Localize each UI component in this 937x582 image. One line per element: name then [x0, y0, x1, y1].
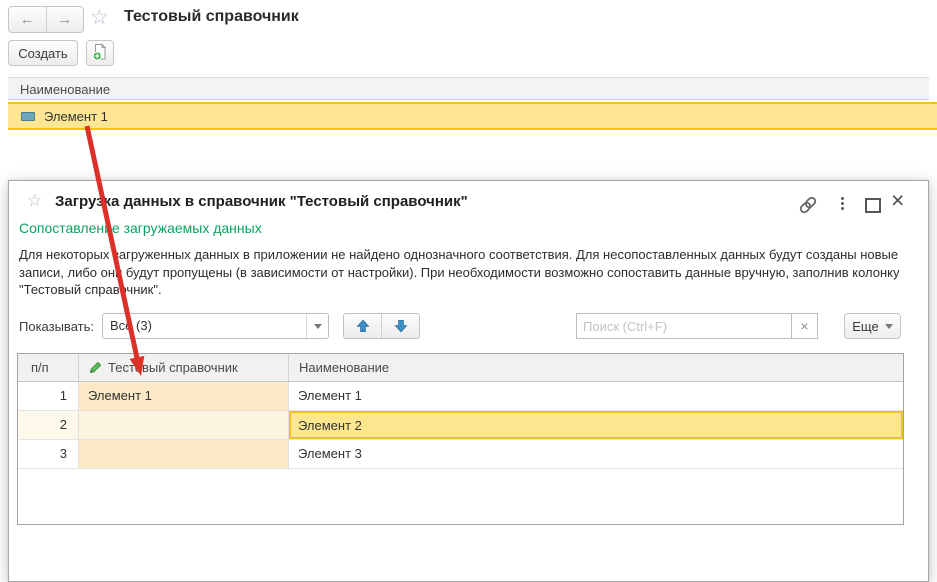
maximize-icon[interactable]	[865, 198, 881, 213]
cell-name-selected[interactable]: Элемент 2	[289, 411, 903, 439]
forward-button[interactable]: →	[47, 7, 84, 32]
section-heading: Сопоставление загружаемых данных	[19, 220, 262, 236]
column-header-ref-label: Тестовый справочник	[108, 360, 238, 375]
cell-ref[interactable]	[79, 411, 289, 439]
dialog-description: Для некоторых загруженных данных в прило…	[19, 246, 922, 299]
move-up-button[interactable]	[344, 314, 382, 338]
get-link-icon[interactable]	[798, 195, 818, 218]
cell-name[interactable]: Элемент 1	[289, 382, 903, 410]
dropdown-button[interactable]	[306, 314, 328, 338]
column-header-name[interactable]: Наименование	[289, 354, 903, 381]
load-data-dialog: ☆ Загрузка данных в справочник "Тестовый…	[8, 180, 929, 582]
mapping-table: п/п Тестовый справочник Наименование 1 Э…	[17, 353, 904, 525]
search-clear-button[interactable]: ×	[791, 314, 817, 338]
close-icon[interactable]: ×	[891, 187, 904, 214]
favorite-star-icon[interactable]: ☆	[90, 5, 109, 30]
arrow-up-icon	[356, 319, 370, 333]
catalog-element-icon	[21, 112, 35, 121]
load-data-button[interactable]	[86, 40, 114, 66]
table-row[interactable]: 1 Элемент 1 Элемент 1	[18, 382, 903, 411]
cell-ref[interactable]	[79, 440, 289, 468]
move-buttons-group	[343, 313, 420, 339]
load-document-icon	[91, 43, 109, 64]
more-button-label: Еще	[852, 319, 878, 334]
list-column-header[interactable]: Наименование	[8, 77, 929, 100]
cell-num[interactable]: 3	[18, 440, 79, 468]
column-header-num[interactable]: п/п	[18, 354, 79, 381]
column-header-ref[interactable]: Тестовый справочник	[79, 354, 289, 381]
search-input[interactable]	[577, 314, 791, 338]
show-filter-value: Все (3)	[103, 314, 306, 338]
chevron-down-icon	[885, 324, 893, 329]
edit-pencil-icon	[89, 361, 102, 374]
dialog-favorite-star-icon[interactable]: ☆	[27, 191, 42, 211]
selected-cell[interactable]: Элемент 2	[289, 411, 903, 439]
cell-ref[interactable]: Элемент 1	[79, 382, 289, 410]
back-button[interactable]: ←	[9, 7, 47, 32]
clear-x-icon: ×	[800, 318, 808, 334]
show-label: Показывать:	[19, 319, 94, 334]
table-row[interactable]: 2 Элемент 2	[18, 411, 903, 440]
more-button[interactable]: Еще	[844, 313, 901, 339]
move-down-button[interactable]	[382, 314, 419, 338]
page-title: Тестовый справочник	[124, 8, 299, 26]
back-icon: ←	[20, 11, 35, 28]
search-box: ×	[576, 313, 818, 339]
cell-num[interactable]: 2	[18, 411, 79, 439]
cell-name[interactable]: Элемент 3	[289, 440, 903, 468]
list-selected-row[interactable]: Элемент 1	[8, 102, 937, 130]
show-filter-dropdown[interactable]: Все (3)	[102, 313, 329, 339]
dialog-title: Загрузка данных в справочник "Тестовый с…	[55, 193, 468, 210]
more-menu-dots-icon[interactable]	[841, 197, 844, 210]
mapping-table-header: п/п Тестовый справочник Наименование	[18, 354, 903, 382]
nav-group: ← →	[8, 6, 84, 33]
chevron-down-icon	[314, 324, 322, 329]
forward-icon: →	[57, 11, 72, 28]
create-button[interactable]: Создать	[8, 40, 78, 66]
arrow-down-icon	[394, 319, 408, 333]
cell-num[interactable]: 1	[18, 382, 79, 410]
table-row[interactable]: 3 Элемент 3	[18, 440, 903, 469]
list-item-label: Элемент 1	[44, 109, 108, 124]
